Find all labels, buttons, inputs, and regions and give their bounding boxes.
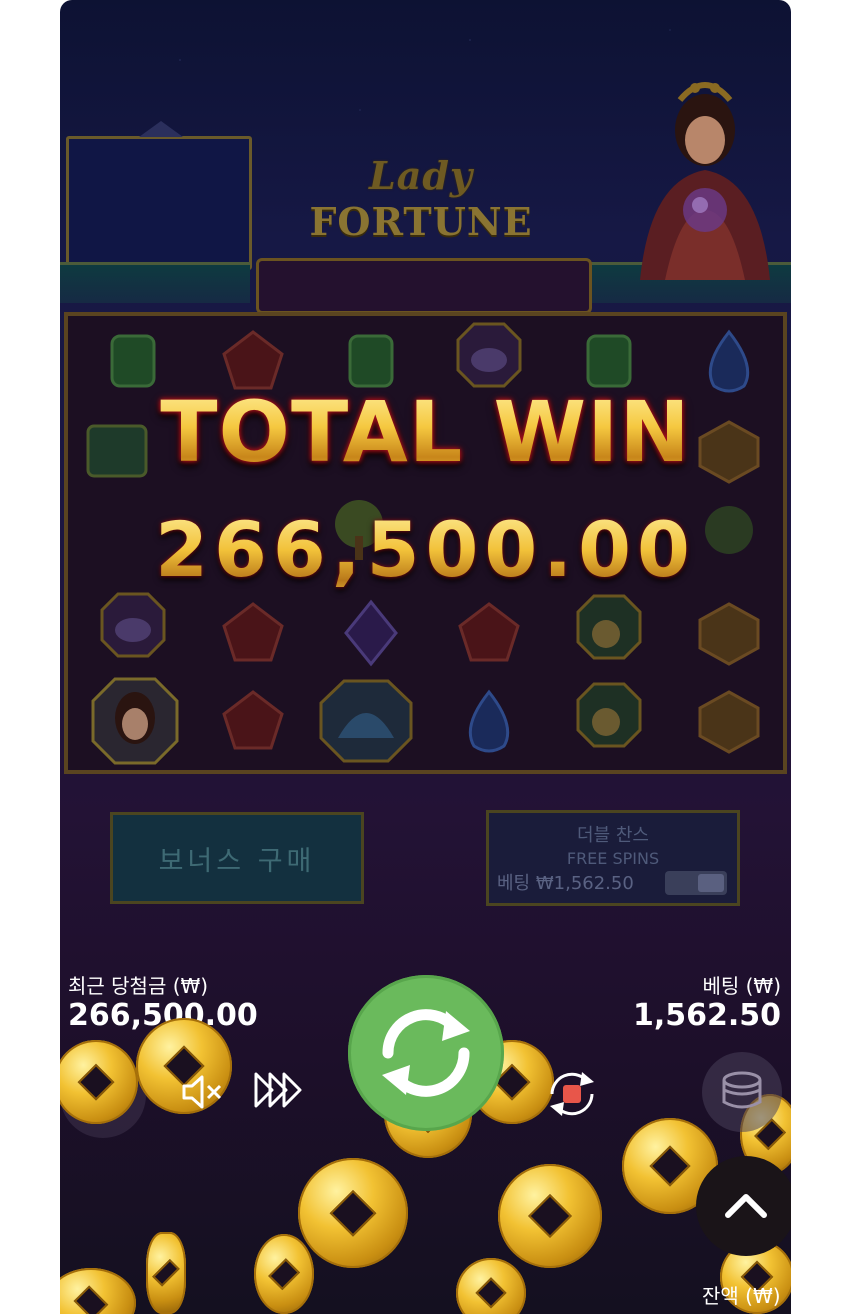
lady-character xyxy=(640,82,770,280)
spin-button[interactable] xyxy=(348,975,504,1131)
ruby-gem-icon xyxy=(222,690,284,750)
coin-stack-icon xyxy=(722,1071,762,1109)
scroll-up-button[interactable] xyxy=(696,1156,791,1256)
balance-button[interactable] xyxy=(702,1052,782,1132)
logo-line-lady: Lady xyxy=(369,153,473,198)
total-win-amount: 266,500.00 xyxy=(60,500,791,600)
last-win-label: 최근 당첨금 (₩) xyxy=(68,974,209,998)
teapot-icon xyxy=(456,322,522,388)
refresh-icon xyxy=(382,1009,470,1097)
game-logo: Lady FORTUNE xyxy=(286,150,556,260)
fast-forward-icon[interactable] xyxy=(252,1066,312,1114)
total-win-label: TOTAL WIN xyxy=(60,382,791,482)
bet-label: 베팅 (₩) xyxy=(702,974,781,998)
gold-gem-icon xyxy=(698,602,760,666)
speaker-muted-icon[interactable] xyxy=(178,1068,226,1116)
double-chance-bet: 베팅 ₩1,562.50 xyxy=(497,873,634,894)
lute-instrument-icon xyxy=(576,594,642,660)
info-panel xyxy=(66,121,252,270)
gold-coin-icon xyxy=(298,1158,408,1268)
fan-icon xyxy=(319,679,413,763)
autoplay-stop-icon[interactable] xyxy=(542,1064,602,1124)
bonus-buy-button[interactable]: 보너스 구매 xyxy=(110,812,364,904)
ruby-gem-icon xyxy=(458,602,520,662)
lady-portrait-icon xyxy=(91,677,179,765)
lute-instrument-icon xyxy=(576,682,642,748)
sapphire-gem-icon xyxy=(468,689,510,753)
ruby-gem-icon xyxy=(222,602,284,662)
game-canvas[interactable]: Lady FORTUNE TOTAL WIN 266,500.00 보너스 구매… xyxy=(60,0,791,1314)
chevron-up-icon xyxy=(725,1194,767,1218)
gold-coin-icon xyxy=(254,1234,314,1314)
double-chance-title: 더블 찬스 xyxy=(577,825,649,846)
amethyst-gem-icon xyxy=(344,599,398,667)
gold-gem-icon xyxy=(698,690,760,754)
double-chance-toggle[interactable] xyxy=(665,871,727,895)
teapot-icon xyxy=(100,592,166,658)
logo-plaque xyxy=(256,258,592,314)
bet-value[interactable]: 1,562.50 xyxy=(633,998,781,1033)
roof-left xyxy=(60,262,250,303)
gold-coin-icon xyxy=(146,1232,186,1314)
double-chance-subtitle: FREE SPINS xyxy=(566,849,660,868)
gold-coin-icon xyxy=(498,1164,602,1268)
double-chance-button[interactable]: 더블 찬스 FREE SPINS 베팅 ₩1,562.50 xyxy=(486,810,740,906)
logo-line-fortune: FORTUNE xyxy=(309,199,533,244)
balance-label: 잔액 (₩) xyxy=(702,1284,781,1308)
